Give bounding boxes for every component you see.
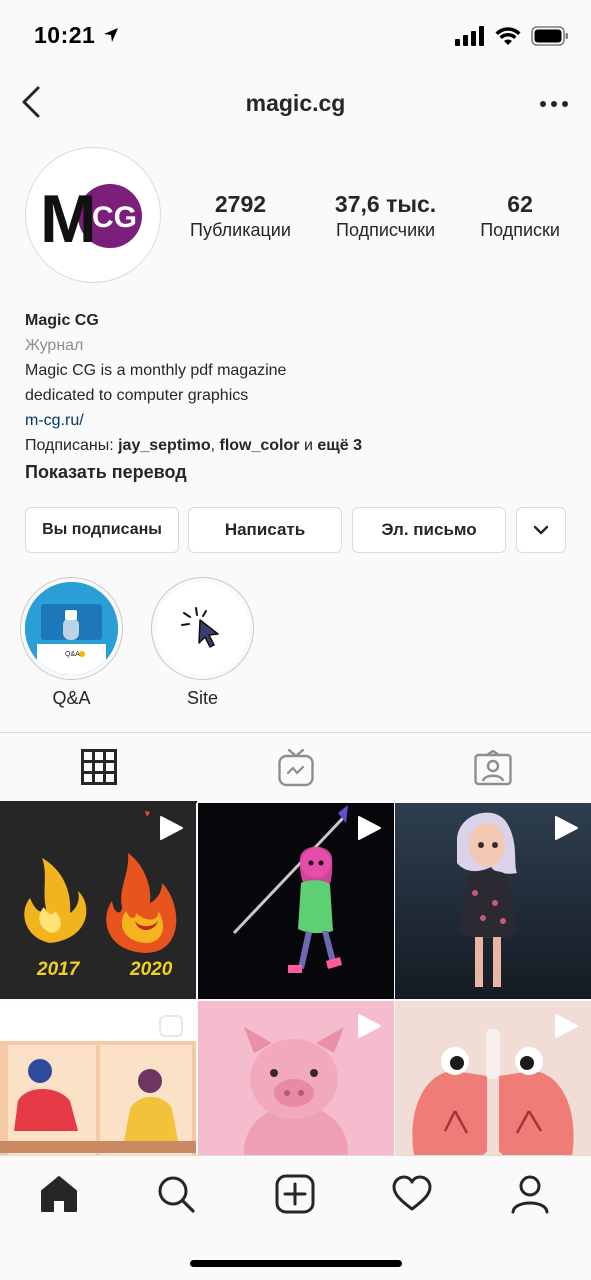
profile-category: Журнал bbox=[25, 337, 84, 354]
highlight-site[interactable]: Site bbox=[151, 577, 254, 709]
search-icon bbox=[158, 1176, 195, 1213]
status-bar: 10:21 bbox=[0, 0, 591, 72]
bio-text-line-2: dedicated to computer graphics bbox=[25, 387, 249, 404]
suggestions-dropdown-button[interactable] bbox=[516, 507, 566, 553]
stat-followers-label: Подписчики bbox=[336, 220, 436, 240]
profile-name: Magic CG bbox=[25, 312, 99, 329]
profile-avatar[interactable]: M CG bbox=[25, 147, 161, 283]
tab-igtv[interactable] bbox=[197, 733, 394, 803]
stat-followers[interactable]: 37,6 тыс. Подписчики bbox=[335, 190, 436, 242]
video-play-icon bbox=[555, 1014, 578, 1038]
stat-posts-value: 2792 bbox=[214, 191, 267, 217]
home-icon bbox=[41, 1176, 77, 1212]
profile-user-icon bbox=[511, 1175, 549, 1214]
svg-text:2020: 2020 bbox=[129, 959, 173, 980]
svg-text:Q&A: Q&A bbox=[65, 651, 80, 658]
video-play-icon bbox=[159, 1015, 183, 1037]
highlight-qa-cover: Q&A bbox=[25, 582, 118, 675]
igtv-icon bbox=[277, 749, 314, 787]
followed-more[interactable]: ещё 3 bbox=[317, 437, 362, 454]
video-play-icon bbox=[357, 816, 381, 840]
stat-following-value: 62 bbox=[507, 191, 533, 217]
magic-cg-logo: M CG bbox=[40, 181, 142, 250]
more-options-button[interactable] bbox=[539, 96, 569, 112]
profile-username: magic.cg bbox=[245, 90, 346, 116]
svg-text:M: M bbox=[40, 181, 97, 250]
highlight-qa[interactable]: Q&A Q&A bbox=[20, 577, 123, 709]
stat-following-label: Подписки bbox=[480, 220, 560, 240]
signal-icon bbox=[455, 26, 484, 46]
svg-text:2017: 2017 bbox=[36, 959, 81, 980]
cursor-click-icon bbox=[180, 606, 219, 648]
video-play-icon bbox=[555, 816, 578, 840]
highlight-site-cover bbox=[156, 582, 249, 675]
bio-text-line-1: Magic CG is a monthly pdf magazine bbox=[25, 362, 287, 379]
show-translation-link[interactable]: Показать перевод bbox=[25, 460, 565, 485]
grid-icon bbox=[80, 749, 117, 785]
stat-following[interactable]: 62 Подписки bbox=[480, 190, 560, 242]
tabbar-home[interactable] bbox=[37, 1172, 81, 1216]
nav-bar: magic.cg bbox=[0, 72, 591, 138]
tab-tagged[interactable] bbox=[394, 733, 591, 803]
home-indicator[interactable] bbox=[190, 1260, 402, 1267]
tabbar-search[interactable] bbox=[154, 1172, 198, 1216]
profile-stats: 2792 Публикации 37,6 тыс. Подписчики 62 … bbox=[190, 190, 560, 242]
followed-user-1[interactable]: jay_septimo bbox=[118, 437, 210, 454]
chevron-down-icon bbox=[533, 525, 549, 535]
plus-square-icon bbox=[275, 1174, 315, 1214]
profile-bio: Magic CG Журнал Magic CG is a monthly pd… bbox=[25, 308, 565, 485]
posts-grid: 2017 2020 bbox=[0, 803, 591, 1197]
wifi-icon bbox=[495, 27, 521, 45]
more-dots-icon bbox=[540, 101, 568, 107]
battery-icon bbox=[531, 26, 568, 46]
highlight-qa-label: Q&A bbox=[52, 688, 91, 708]
post-thumbnail[interactable]: 2017 2020 bbox=[0, 803, 196, 999]
email-button[interactable]: Эл. письмо bbox=[352, 507, 506, 553]
tabbar-activity[interactable] bbox=[390, 1172, 434, 1216]
followed-by[interactable]: Подписаны: jay_septimo, flow_color и ещё… bbox=[25, 433, 565, 458]
post-thumbnail[interactable] bbox=[197, 803, 394, 999]
tabbar-new-post[interactable] bbox=[273, 1172, 317, 1216]
video-play-icon bbox=[357, 1014, 381, 1038]
tabbar-profile[interactable] bbox=[508, 1172, 552, 1216]
story-highlights: Q&A Q&A Site bbox=[20, 577, 254, 709]
message-button[interactable]: Написать bbox=[188, 507, 342, 553]
status-time: 10:21 bbox=[34, 22, 120, 49]
followed-user-2[interactable]: flow_color bbox=[219, 437, 299, 454]
stat-followers-value: 37,6 тыс. bbox=[334, 191, 437, 217]
profile-link[interactable]: m-cg.ru/ bbox=[25, 408, 565, 433]
post-thumbnail[interactable] bbox=[395, 803, 591, 999]
highlight-site-label: Site bbox=[186, 688, 219, 708]
tab-grid[interactable] bbox=[0, 733, 197, 803]
heart-icon bbox=[392, 1175, 432, 1211]
stat-posts-label: Публикации bbox=[190, 220, 291, 240]
profile-tabs bbox=[0, 732, 591, 803]
location-arrow-icon bbox=[104, 28, 119, 42]
stat-posts[interactable]: 2792 Публикации bbox=[190, 190, 291, 242]
svg-text:CG: CG bbox=[92, 201, 137, 234]
profile-actions: Вы подписаны Написать Эл. письмо bbox=[25, 507, 566, 553]
following-button[interactable]: Вы подписаны bbox=[25, 507, 179, 553]
video-play-icon bbox=[160, 816, 183, 840]
tagged-person-icon bbox=[473, 750, 512, 786]
